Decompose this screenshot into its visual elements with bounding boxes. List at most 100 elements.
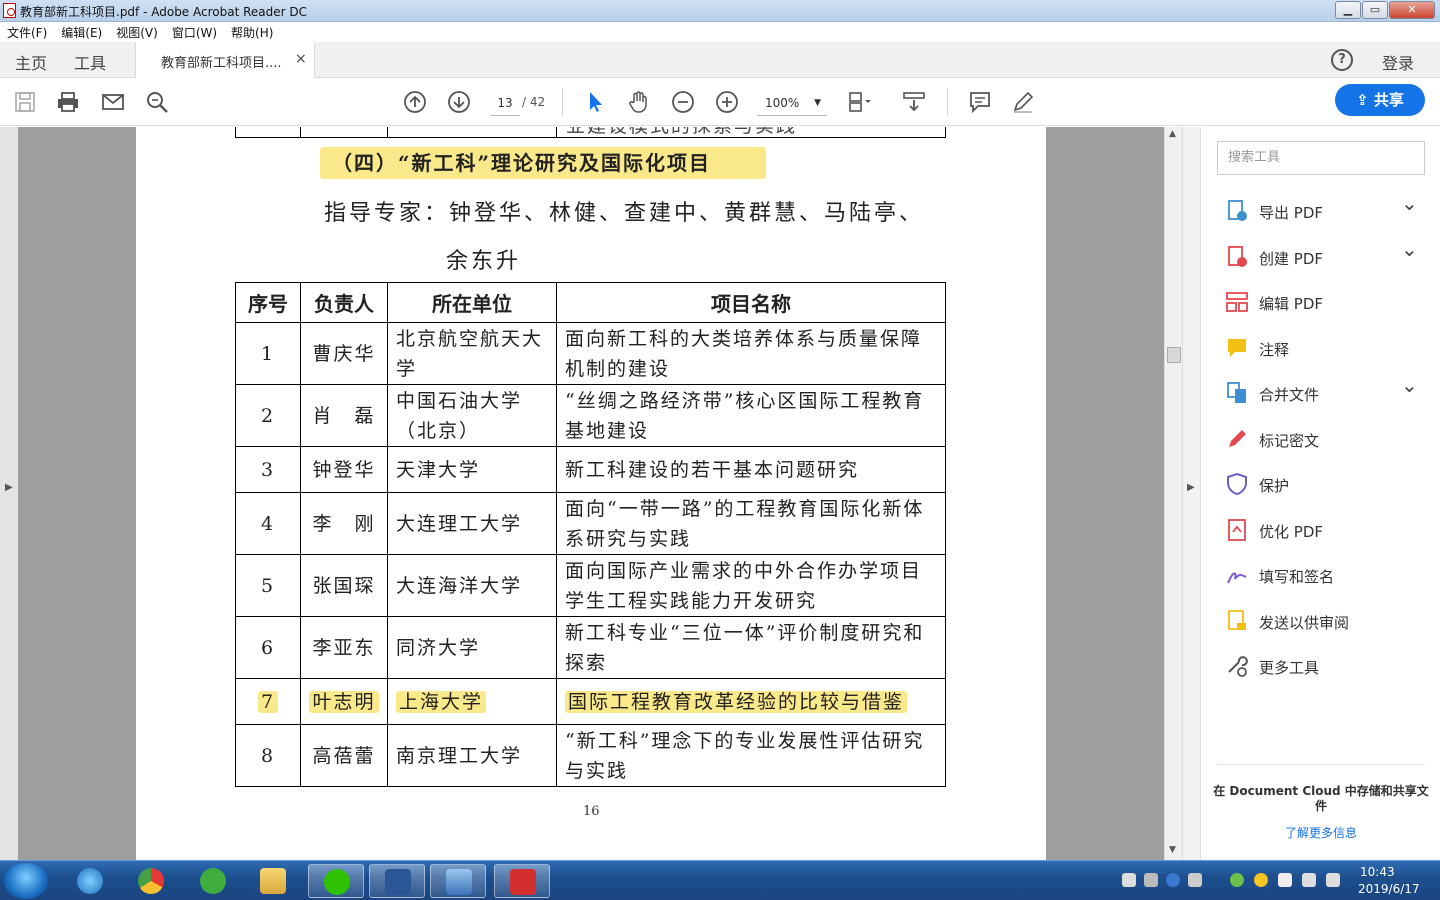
page-total: / 42 (522, 95, 546, 109)
share-button[interactable]: ⇪ 共享 (1335, 84, 1425, 116)
row-project-text: “丝绸之路经济带”核心区国际工程教育基地建设 (565, 389, 925, 442)
hand-tool-icon[interactable] (627, 90, 651, 114)
chevron-down-icon[interactable]: ⌄ (1401, 237, 1418, 261)
page-number: 16 (583, 804, 600, 819)
menu-help[interactable]: 帮助(H) (224, 22, 280, 41)
expand-left-icon: ▶ (5, 482, 13, 493)
acrobat-icon (510, 869, 536, 895)
tool-label: 导出 PDF (1259, 204, 1323, 222)
tray-flag-icon[interactable] (1278, 873, 1292, 887)
tool-send-review[interactable]: 发送以供审阅 (1225, 607, 1425, 637)
close-window-button[interactable]: ✕ (1389, 1, 1435, 19)
taskbar-photos[interactable] (430, 864, 486, 898)
row-unit-text: 中国石油大学（北京） (396, 389, 523, 442)
row-leader: 李 刚 (300, 492, 388, 555)
menu-edit[interactable]: 编辑(E) (54, 22, 109, 41)
row-leader: 曹庆华 (300, 322, 388, 385)
tab-tools[interactable]: 工具 (74, 50, 106, 74)
experts-line-2: 余东升 (446, 249, 522, 274)
menu-window[interactable]: 窗口(W) (165, 22, 224, 41)
taskbar-ie[interactable] (62, 864, 118, 898)
maximize-button[interactable]: ▭ (1362, 1, 1388, 19)
login-link[interactable]: 登录 (1382, 50, 1414, 74)
tool-edit-pdf[interactable]: 编辑 PDF (1225, 288, 1425, 318)
zoom-select[interactable]: 100% ▼ (757, 90, 827, 116)
tool-label: 合并文件 (1259, 386, 1320, 404)
taskbar-wechat[interactable] (308, 864, 364, 898)
tab-document[interactable]: 教育部新工科项目.... × (135, 42, 315, 78)
tray-volume-icon[interactable] (1326, 873, 1340, 887)
pdf-page: 业建设模式的探索与实践 （四）“新工科”理论研究及国际化项目 指导专家：钟登华、… (136, 127, 1046, 860)
more-tools-icon (1225, 654, 1249, 678)
row-project-text: 新工科建设的若干基本问题研究 (565, 458, 860, 481)
tool-optimize-pdf[interactable]: 优化 PDF (1225, 516, 1425, 546)
taskbar-explorer[interactable] (245, 864, 301, 898)
zoom-out-icon[interactable] (671, 90, 695, 114)
tray-keyboard-icon[interactable] (1144, 873, 1158, 887)
comment-tool-icon[interactable] (968, 90, 992, 114)
scroll-up-icon[interactable]: ▲ (1169, 129, 1176, 139)
row-number-text: 5 (260, 574, 276, 597)
tool-label: 保护 (1259, 477, 1290, 495)
previous-page-icon[interactable] (403, 90, 427, 114)
word-icon (385, 869, 411, 895)
clock-time[interactable]: 10:43 (1360, 865, 1395, 879)
taskbar-acrobat[interactable] (494, 864, 550, 898)
next-page-icon[interactable] (447, 90, 471, 114)
minimize-button[interactable]: ▁ (1335, 1, 1361, 19)
tools-pane-toggle[interactable]: ▶ (1182, 127, 1200, 860)
highlight-pen-icon[interactable] (1011, 90, 1035, 114)
tool-export-pdf[interactable]: 导出 PDF ⌄ (1225, 191, 1425, 227)
taskbar-word[interactable] (369, 864, 425, 898)
tool-fill-sign[interactable]: 填写和签名 (1225, 561, 1425, 591)
page-number-input[interactable]: 13 (490, 90, 520, 116)
clock-date[interactable]: 2019/6/17 (1358, 882, 1420, 896)
close-tab-icon[interactable]: × (295, 51, 307, 67)
page-display-icon[interactable] (847, 90, 871, 114)
tool-more-tools[interactable]: 更多工具 (1225, 652, 1425, 682)
taskbar-chrome[interactable] (123, 864, 179, 898)
chevron-down-icon: ▼ (814, 98, 821, 108)
select-cursor-icon[interactable] (584, 90, 608, 114)
zoom-in-icon[interactable] (715, 90, 739, 114)
toolbar-divider (562, 88, 563, 116)
table-row: 4 李 刚大连理工大学 面向“一带一路”的工程教育国际化新体系研究与实践 (235, 492, 946, 555)
tray-pdf-icon[interactable] (1122, 873, 1136, 887)
tool-comment[interactable]: 注释 (1225, 334, 1425, 364)
tool-create-pdf[interactable]: 创建 PDF ⌄ (1225, 237, 1425, 273)
save-icon[interactable] (13, 90, 37, 114)
table-row: 7 叶志明 上海大学 国际工程教育改革经验的比较与借鉴 (235, 678, 946, 725)
scroll-mode-icon[interactable] (902, 90, 926, 114)
chevron-down-icon[interactable]: ⌄ (1401, 191, 1418, 215)
tray-device-icon[interactable] (1188, 873, 1202, 887)
tool-protect[interactable]: 保护 (1225, 470, 1425, 500)
print-icon[interactable] (56, 90, 80, 114)
tray-green-icon[interactable] (1230, 873, 1244, 887)
learn-more-link[interactable]: 了解更多信息 (1211, 824, 1431, 841)
row-unit: 天津大学 (387, 446, 557, 493)
taskbar-app-green[interactable] (185, 864, 241, 898)
left-panel-toggle[interactable]: ▶ (0, 127, 18, 860)
help-icon[interactable]: ? (1331, 49, 1353, 71)
tool-redact[interactable]: 标记密文 (1225, 425, 1425, 455)
search-icon[interactable] (145, 90, 169, 114)
column-header-no: 序号 (235, 282, 301, 323)
menu-file[interactable]: 文件(F) (0, 22, 54, 41)
tray-yellow-icon[interactable] (1254, 873, 1268, 887)
document-viewport[interactable]: ▶ 业建设模式的探索与实践 （四）“新工科”理论研究及国际化项目 指导专家：钟登… (0, 127, 1182, 860)
scroll-thumb[interactable] (1167, 347, 1181, 363)
chevron-down-icon[interactable]: ⌄ (1401, 373, 1418, 397)
row-leader: 张国琛 (300, 554, 388, 617)
email-icon[interactable] (101, 90, 125, 114)
toolbar-divider (947, 88, 948, 116)
row-number: 7 (235, 678, 301, 725)
tray-network-icon[interactable] (1302, 873, 1316, 887)
scroll-down-icon[interactable]: ▼ (1169, 845, 1176, 855)
menu-view[interactable]: 视图(V) (109, 22, 165, 41)
tool-combine-files[interactable]: 合并文件 ⌄ (1225, 373, 1425, 409)
tray-help-icon[interactable] (1166, 873, 1180, 887)
tab-home[interactable]: 主页 (15, 50, 47, 74)
start-button[interactable] (4, 863, 48, 899)
vertical-scrollbar[interactable]: ▲ ▼ (1164, 127, 1182, 860)
tool-search-input[interactable]: 搜索工具 (1217, 141, 1425, 175)
